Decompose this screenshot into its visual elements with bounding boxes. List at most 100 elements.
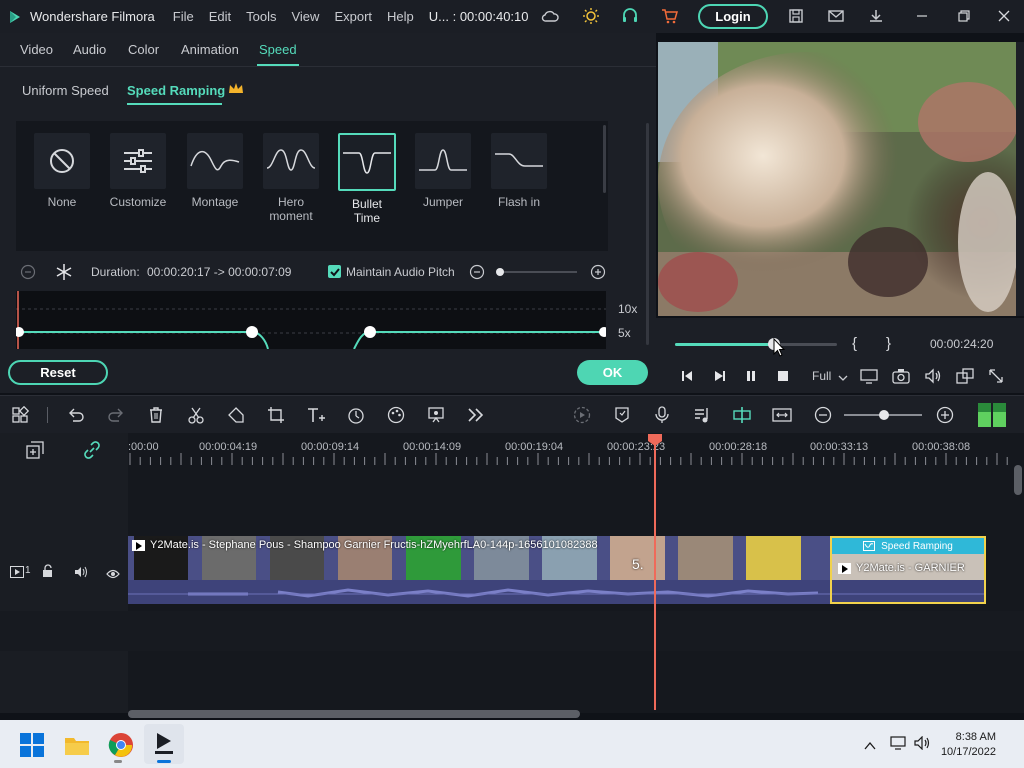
track-visibility-icon[interactable] [106, 566, 120, 584]
chevron-down-icon[interactable] [838, 370, 848, 388]
microphone-icon[interactable] [652, 405, 672, 425]
link-icon[interactable] [82, 441, 102, 464]
preset-bullet-time[interactable]: Bullet Time [337, 133, 397, 225]
previous-frame-icon[interactable] [680, 369, 694, 388]
ok-button[interactable]: OK [577, 360, 648, 385]
tab-video[interactable]: Video [20, 42, 53, 57]
curve-zoom-thumb[interactable] [496, 268, 504, 276]
cloud-icon[interactable] [540, 6, 560, 26]
presets-scrollbar[interactable] [603, 125, 606, 193]
speed-ramp-clip[interactable]: Speed Ramping Y2Mate.is - GARNIER [830, 536, 986, 604]
stop-icon[interactable] [776, 369, 790, 388]
tag-icon[interactable] [226, 405, 246, 425]
maintain-pitch-checkbox[interactable] [328, 265, 341, 278]
undo-icon[interactable] [66, 405, 86, 425]
display-icon[interactable] [860, 368, 878, 389]
preset-none[interactable]: None [32, 133, 92, 209]
windows-start-icon[interactable] [20, 733, 44, 762]
cart-icon[interactable] [660, 6, 680, 26]
freeze-frame-icon[interactable] [55, 263, 73, 286]
network-icon[interactable] [890, 736, 908, 755]
fit-timeline-icon[interactable] [772, 405, 792, 425]
redo-icon[interactable] [106, 405, 126, 425]
preset-montage[interactable]: Montage [185, 133, 245, 209]
timeline-zoom-thumb[interactable] [879, 410, 889, 420]
zoom-out-curve-icon[interactable] [20, 264, 36, 285]
timeline-zoom-out-icon[interactable] [813, 405, 833, 425]
speed-icon[interactable] [346, 405, 366, 425]
video-clip[interactable]: Y2Mate.is - Stephane Pous - Shampoo Garn… [128, 536, 831, 604]
menu-file[interactable]: File [173, 9, 194, 24]
panel-scrollbar[interactable] [646, 123, 649, 345]
crop-icon[interactable] [266, 405, 286, 425]
tab-animation[interactable]: Animation [181, 42, 239, 57]
minimize-icon[interactable] [912, 6, 932, 26]
render-preview-icon[interactable] [572, 405, 592, 425]
menu-edit[interactable]: Edit [209, 9, 231, 24]
menu-tools[interactable]: Tools [246, 9, 276, 24]
menu-export[interactable]: Export [334, 9, 372, 24]
tab-speed[interactable]: Speed [259, 42, 297, 57]
add-track-icon[interactable] [26, 441, 44, 464]
pause-icon[interactable] [744, 369, 758, 388]
playhead-handle[interactable] [647, 433, 663, 447]
more-tools-icon[interactable] [466, 405, 486, 425]
fullscreen-icon[interactable] [988, 368, 1004, 389]
login-button[interactable]: Login [698, 4, 768, 29]
system-clock[interactable]: 8:38 AM 10/17/2022 [941, 730, 996, 760]
zoom-out-icon[interactable] [469, 264, 485, 285]
timeline-h-scrollbar[interactable] [128, 710, 580, 718]
save-icon[interactable] [786, 6, 806, 26]
zoom-select[interactable]: Full [812, 369, 831, 383]
preset-jumper[interactable]: Jumper [413, 133, 473, 209]
tab-audio[interactable]: Audio [73, 42, 106, 57]
audio-mixer-icon[interactable] [692, 405, 712, 425]
tab-color[interactable]: Color [128, 42, 159, 57]
preset-customize[interactable]: Customize [108, 133, 168, 209]
preset-flash-in[interactable]: Flash in [489, 133, 549, 209]
bulb-icon[interactable] [581, 6, 601, 26]
timeline-v-scrollbar[interactable] [1014, 465, 1022, 495]
preset-hero-moment[interactable]: Hero moment [261, 133, 321, 223]
track-mute-icon[interactable] [74, 565, 88, 583]
filmora-taskbar-button[interactable] [144, 724, 184, 764]
track-lock-icon[interactable] [42, 564, 54, 583]
auto-ripple-icon[interactable] [732, 405, 752, 425]
mail-icon[interactable] [826, 6, 846, 26]
zoom-in-icon[interactable] [590, 264, 606, 285]
filmora-app-icon [155, 733, 173, 754]
tray-chevron-up-icon[interactable] [864, 738, 876, 756]
tab-uniform-speed[interactable]: Uniform Speed [22, 83, 109, 98]
chrome-icon[interactable] [108, 732, 134, 763]
menu-view[interactable]: View [291, 9, 319, 24]
green-screen-icon[interactable] [426, 405, 446, 425]
timeline-ruler[interactable]: :00:00 00:00:04:19 00:00:09:14 00:00:14:… [128, 433, 1008, 469]
mark-out-button[interactable]: } [886, 335, 891, 352]
file-explorer-icon[interactable] [64, 734, 90, 761]
delete-icon[interactable] [146, 405, 166, 425]
restore-icon[interactable] [954, 6, 974, 26]
tab-speed-ramping[interactable]: Speed Ramping [127, 83, 225, 98]
layout-icon[interactable] [10, 405, 30, 425]
play-icon[interactable] [712, 369, 726, 388]
snapshot-icon[interactable] [892, 368, 910, 389]
mark-in-button[interactable]: { [852, 335, 857, 352]
pip-icon[interactable] [956, 368, 974, 389]
reset-button[interactable]: Reset [8, 360, 108, 385]
volume-icon[interactable] [924, 368, 942, 389]
color-palette-icon[interactable] [386, 405, 406, 425]
audio-meter-icon[interactable] [977, 402, 1007, 433]
download-icon[interactable] [866, 6, 886, 26]
menu-help[interactable]: Help [387, 9, 414, 24]
speaker-icon[interactable] [914, 735, 932, 755]
timeline-zoom-in-icon[interactable] [935, 405, 955, 425]
text-icon[interactable] [306, 405, 326, 425]
speed-curve-editor[interactable] [16, 291, 606, 349]
curve-zoom-slider[interactable] [497, 271, 577, 273]
playhead[interactable] [654, 434, 656, 710]
headset-icon[interactable] [620, 6, 640, 26]
cut-icon[interactable] [186, 405, 206, 425]
app-name: Wondershare Filmora [30, 9, 155, 24]
close-icon[interactable] [994, 6, 1014, 26]
marker-icon[interactable] [612, 405, 632, 425]
